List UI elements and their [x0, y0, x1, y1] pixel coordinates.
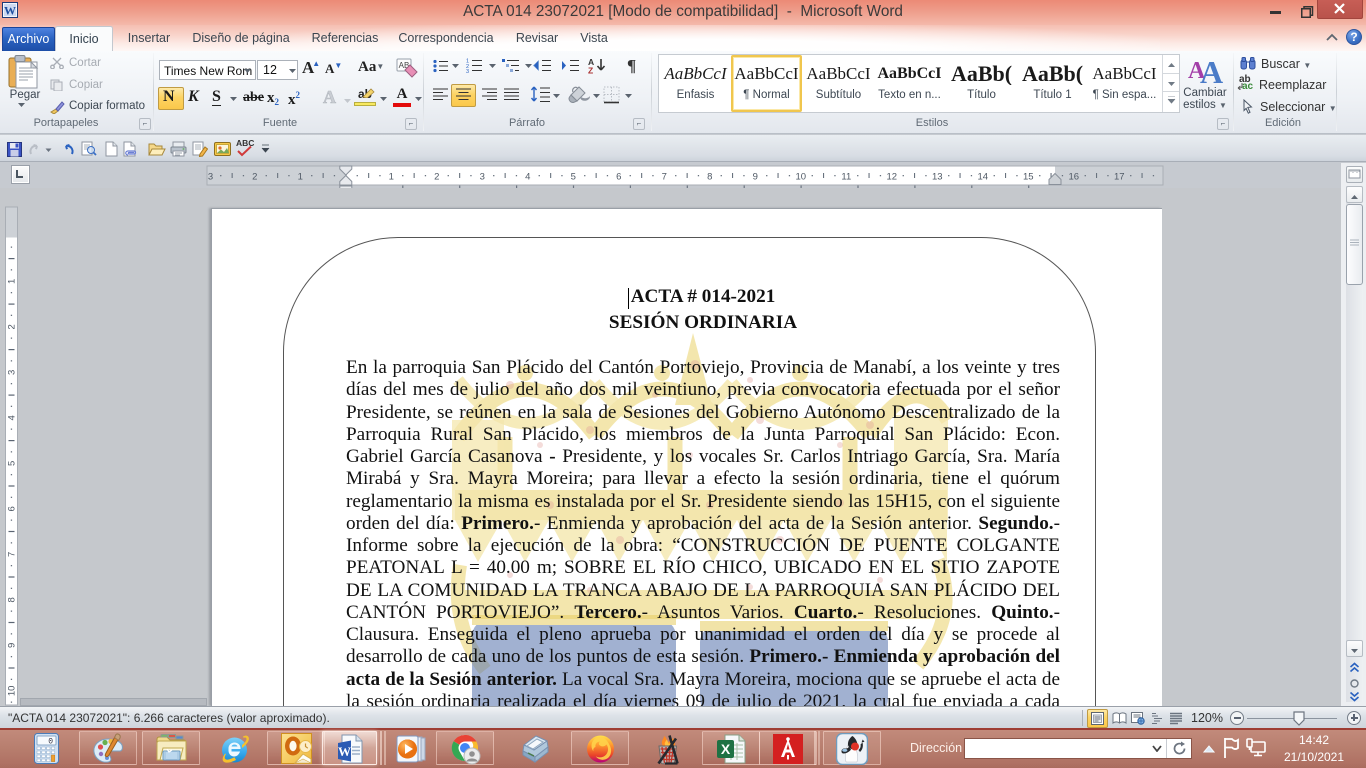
svg-text:6: 6 [7, 506, 18, 511]
svg-text:3: 3 [480, 172, 485, 183]
svg-text:5: 5 [7, 461, 18, 466]
svg-text:1: 1 [7, 279, 18, 284]
svg-text:4: 4 [525, 172, 530, 183]
svg-text:17: 17 [1114, 172, 1125, 183]
svg-text:3: 3 [208, 172, 213, 183]
svg-text:2: 2 [252, 172, 257, 183]
svg-text:9: 9 [7, 643, 18, 648]
svg-text:13: 13 [932, 172, 943, 183]
svg-text:12: 12 [887, 172, 898, 183]
svg-text:3: 3 [466, 69, 469, 73]
svg-text:3: 3 [7, 370, 18, 375]
svg-text:10: 10 [796, 172, 807, 183]
svg-text:5: 5 [571, 172, 576, 183]
svg-text:7: 7 [662, 172, 667, 183]
svg-text:0: 0 [48, 738, 53, 747]
svg-text:9: 9 [753, 172, 758, 183]
svg-text:15: 15 [1023, 172, 1034, 183]
svg-text:7: 7 [7, 552, 18, 557]
svg-text:4: 4 [7, 415, 18, 420]
svg-text:11: 11 [841, 172, 851, 183]
svg-text:1: 1 [298, 172, 303, 183]
svg-text:16: 16 [1069, 172, 1080, 183]
svg-text:1: 1 [389, 172, 394, 183]
svg-text:6: 6 [616, 172, 621, 183]
svg-text:Z: Z [588, 66, 593, 75]
svg-text:10: 10 [7, 686, 18, 697]
svg-text:W: W [338, 744, 351, 759]
svg-text:2: 2 [7, 324, 18, 329]
svg-text:8: 8 [7, 597, 18, 602]
svg-text:14: 14 [978, 172, 989, 183]
svg-text:8: 8 [707, 172, 712, 183]
svg-text:2: 2 [434, 172, 439, 183]
svg-text:X: X [721, 741, 731, 757]
